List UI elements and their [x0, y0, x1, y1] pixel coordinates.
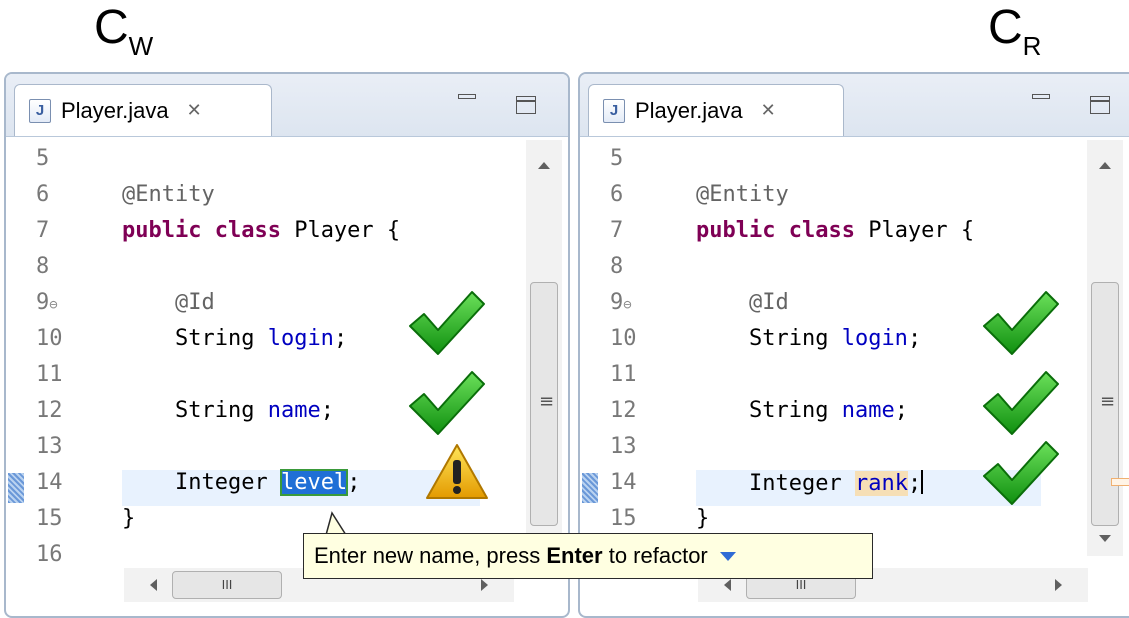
rename-tooltip[interactable]: Enter new name, press Enter to refactor — [303, 533, 873, 579]
code-text: String login; — [696, 326, 922, 351]
grip-icon: ≡ — [539, 391, 555, 412]
line-number: 10 — [36, 326, 63, 351]
dropdown-triangle-icon[interactable] — [719, 552, 736, 561]
line-number: 11 — [610, 362, 637, 387]
rename-selection[interactable]: level — [279, 469, 349, 496]
collapse-icon: ⊖ — [49, 297, 58, 313]
line-number: 6 — [36, 182, 50, 207]
code-text: String name; — [122, 398, 334, 423]
check-icon — [409, 291, 485, 355]
warning-icon — [426, 444, 488, 499]
line-number: 5 — [610, 146, 624, 171]
java-file-icon: J — [603, 98, 625, 123]
tab-label: Player.java — [635, 97, 743, 123]
tab-player-java[interactable]: J Player.java ✕ — [14, 84, 272, 136]
check-icon — [983, 291, 1059, 355]
minimize-button[interactable] — [1032, 94, 1050, 99]
line-number: 6 — [610, 182, 624, 207]
code-text: public class Player { — [122, 218, 401, 243]
line-number: 8 — [36, 254, 50, 279]
scroll-left-icon[interactable] — [150, 579, 157, 591]
close-icon[interactable]: ✕ — [187, 100, 202, 121]
line-number: 16 — [36, 542, 63, 567]
scroll-right-icon[interactable] — [1055, 579, 1062, 591]
vertical-scrollbar[interactable]: ≡ — [1087, 140, 1123, 556]
code-text: public class Player { — [696, 218, 975, 243]
editor-titlebar: J Player.java ✕ — [580, 74, 1129, 137]
line-number: 7 — [36, 218, 50, 243]
minimize-button[interactable] — [458, 94, 476, 99]
line-number: 15 — [36, 506, 63, 531]
code-text: String name; — [696, 398, 908, 423]
check-icon — [983, 371, 1059, 435]
vertical-scrollbar[interactable]: ≡ — [526, 140, 562, 556]
code-text: @Entity — [122, 182, 215, 207]
line-number: 13 — [36, 434, 63, 459]
scroll-thumb[interactable]: ≡ — [530, 282, 558, 526]
code-text: Integer level; — [122, 469, 361, 496]
code-text: } — [696, 506, 710, 531]
tooltip-pointer — [325, 511, 347, 535]
overview-ruler-mark — [1111, 478, 1129, 486]
scroll-thumb[interactable]: III — [172, 571, 282, 599]
line-number: 14 — [36, 470, 63, 495]
check-icon — [983, 441, 1059, 505]
scroll-up-icon[interactable] — [538, 162, 550, 169]
line-number: 14 — [610, 470, 637, 495]
code-text: @Id — [122, 290, 215, 315]
code-text: String login; — [122, 326, 348, 351]
line-number: 8 — [610, 254, 624, 279]
line-number: 11 — [36, 362, 63, 387]
line-number: 5 — [36, 146, 50, 171]
close-icon[interactable]: ✕ — [761, 100, 776, 121]
scroll-right-icon[interactable] — [481, 579, 488, 591]
java-file-icon: J — [29, 98, 51, 123]
scroll-left-icon[interactable] — [724, 579, 731, 591]
line-number: 15 — [610, 506, 637, 531]
renamed-field[interactable]: rank — [854, 471, 908, 496]
scroll-up-icon[interactable] — [1099, 162, 1111, 169]
check-icon — [409, 371, 485, 435]
label-cw: CW — [94, 1, 154, 61]
tab-player-java[interactable]: J Player.java ✕ — [588, 84, 844, 136]
line-number: 12 — [610, 398, 637, 423]
line-number: 9⊖ — [610, 290, 632, 315]
tab-label: Player.java — [61, 97, 169, 123]
label-cr: CR — [988, 1, 1042, 61]
line-number: 13 — [610, 434, 637, 459]
scroll-thumb[interactable]: ≡ — [1091, 282, 1119, 526]
code-text: Integer rank; — [696, 470, 924, 496]
code-text: } — [122, 506, 136, 531]
line-number: 12 — [36, 398, 63, 423]
editor-titlebar: J Player.java ✕ — [6, 74, 568, 137]
text-caret — [921, 470, 924, 494]
line-number: 9⊖ — [36, 290, 58, 315]
maximize-button[interactable] — [516, 96, 536, 114]
maximize-button[interactable] — [1090, 96, 1110, 114]
code-text: @Entity — [696, 182, 789, 207]
code-text: @Id — [696, 290, 789, 315]
scroll-down-icon[interactable] — [1099, 535, 1111, 542]
grip-icon: ≡ — [1100, 391, 1116, 412]
line-number: 7 — [610, 218, 624, 243]
collapse-icon: ⊖ — [623, 297, 632, 313]
line-number: 10 — [610, 326, 637, 351]
